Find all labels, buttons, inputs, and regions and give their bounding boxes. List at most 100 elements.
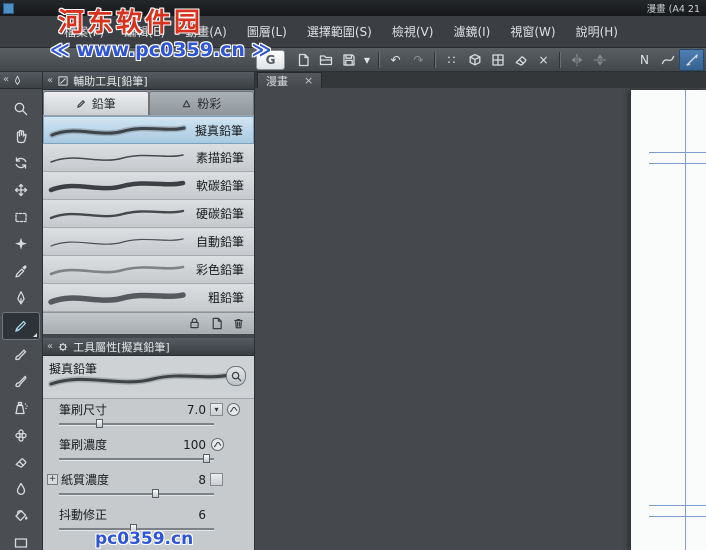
- canvas-viewport[interactable]: [255, 88, 706, 550]
- pressure-dynamics-button[interactable]: [210, 437, 225, 452]
- param-label: 筆刷濃度: [59, 438, 108, 452]
- stabilization-slider[interactable]: [59, 524, 214, 533]
- brush-preview[interactable]: 擬真鉛筆: [43, 356, 254, 399]
- tool-airbrush[interactable]: [3, 395, 39, 421]
- tool-brush[interactable]: [3, 341, 39, 367]
- brush-row[interactable]: 自動鉛筆: [43, 228, 254, 256]
- brush-row[interactable]: 擬真鉛筆: [43, 116, 254, 144]
- line-tool-button[interactable]: N: [633, 50, 656, 70]
- save-button[interactable]: [337, 50, 360, 70]
- pressure-dynamics-button[interactable]: [226, 402, 241, 417]
- snap-grid-button[interactable]: [486, 50, 509, 70]
- tab-pastel-label: 粉彩: [197, 97, 222, 111]
- tool-zoom[interactable]: [3, 96, 39, 122]
- tab-pencil[interactable]: 鉛筆: [43, 91, 149, 115]
- app-logo-button[interactable]: G: [256, 49, 285, 70]
- slider-thumb[interactable]: [130, 524, 138, 533]
- tool-eraser[interactable]: [3, 449, 39, 475]
- brush-size-slider[interactable]: [59, 419, 214, 428]
- new-file-icon: [298, 53, 309, 66]
- collapse-icon[interactable]: «: [3, 75, 9, 85]
- tool-watercolor[interactable]: [3, 368, 39, 394]
- tool-move[interactable]: [3, 177, 39, 203]
- document-tab[interactable]: 漫畫 ×: [257, 72, 323, 88]
- guide-line-horizontal: [649, 163, 706, 164]
- toolbar-separator: [559, 51, 561, 68]
- tool-selection[interactable]: [3, 204, 39, 230]
- undo-button[interactable]: ↶: [384, 50, 407, 70]
- brush-stroke-preview: [49, 265, 185, 276]
- tool-rotate[interactable]: [3, 150, 39, 176]
- paper-density-slider[interactable]: [59, 489, 214, 498]
- rotate-icon: [15, 157, 27, 169]
- expand-button[interactable]: +: [47, 474, 58, 485]
- brush-label: 彩色鉛筆: [195, 263, 244, 277]
- menu-edit[interactable]: 編輯(E): [114, 16, 175, 47]
- slider-thumb[interactable]: [96, 419, 104, 428]
- collapse-icon[interactable]: «: [47, 341, 53, 352]
- eraser-icon: [515, 55, 526, 66]
- brush-row[interactable]: 素描鉛筆: [43, 144, 254, 172]
- param-value: 6: [198, 507, 206, 522]
- brush-row[interactable]: 硬碳鉛筆: [43, 200, 254, 228]
- snap-3d-button[interactable]: [463, 50, 486, 70]
- document-tab-bar: 漫畫 ×: [255, 72, 706, 88]
- menu-selection[interactable]: 選擇範圍(S): [297, 16, 382, 47]
- tool-palette-header: «: [0, 72, 42, 89]
- flip-vertical-button[interactable]: [588, 50, 611, 70]
- tool-decoration[interactable]: [3, 422, 39, 448]
- trash-icon[interactable]: [231, 316, 246, 331]
- menu-window[interactable]: 視窗(W): [500, 16, 565, 47]
- texture-option-button[interactable]: [210, 473, 223, 486]
- param-label: 紙質濃度: [61, 473, 110, 487]
- tool-gradient[interactable]: [3, 530, 39, 550]
- brush-label: 軟碳鉛筆: [195, 179, 244, 193]
- tool-list: [0, 89, 42, 550]
- collapse-icon[interactable]: «: [47, 75, 53, 86]
- param-stabilization: 抖動修正 6: [43, 504, 254, 539]
- tool-pen[interactable]: [3, 285, 39, 311]
- tool-palette: «: [0, 72, 43, 550]
- menu-help[interactable]: 說明(H): [566, 16, 628, 47]
- blend-drop-icon: [16, 482, 26, 495]
- lock-icon[interactable]: [187, 316, 202, 331]
- preview-zoom-button[interactable]: [226, 366, 246, 386]
- tool-blend[interactable]: [3, 476, 39, 502]
- wand-icon: [15, 237, 27, 250]
- active-tool-button[interactable]: [679, 48, 704, 71]
- menu-animation[interactable]: 動畫(A): [175, 16, 237, 47]
- flip-horizontal-button[interactable]: [565, 50, 588, 70]
- tool-pencil[interactable]: [2, 312, 40, 340]
- new-button[interactable]: [291, 50, 314, 70]
- redo-button[interactable]: ↷: [407, 50, 430, 70]
- size-dropdown-button[interactable]: ▾: [210, 403, 223, 416]
- menu-view[interactable]: 檢視(V): [382, 16, 444, 47]
- open-button[interactable]: [314, 50, 337, 70]
- tool-eyedropper[interactable]: [3, 258, 39, 284]
- close-icon[interactable]: ×: [304, 75, 313, 86]
- tool-auto-select[interactable]: [3, 231, 39, 257]
- brush-row[interactable]: 粗鉛筆: [43, 284, 254, 312]
- marquee-icon: [15, 212, 27, 223]
- tab-pastel[interactable]: 粉彩: [148, 91, 254, 115]
- menu-layer[interactable]: 圖層(L): [237, 16, 297, 47]
- subtool-panel-title: 輔助工具[鉛筆]: [73, 74, 148, 88]
- deselect-button[interactable]: ×: [532, 50, 555, 70]
- save-options-dropdown[interactable]: ▾: [360, 50, 374, 70]
- tool-hand[interactable]: [3, 123, 39, 149]
- brush-icon: [15, 349, 27, 361]
- brush-row[interactable]: 軟碳鉛筆: [43, 172, 254, 200]
- pastel-tab-icon: [182, 100, 191, 108]
- menu-filter[interactable]: 濾鏡(I): [443, 16, 500, 47]
- brush-row[interactable]: 彩色鉛筆: [43, 256, 254, 284]
- clear-button[interactable]: [509, 50, 532, 70]
- slider-thumb[interactable]: [203, 454, 211, 463]
- snap-ruler-button[interactable]: ∷: [440, 50, 463, 70]
- eraser-tool-icon: [15, 458, 27, 468]
- menu-file[interactable]: 檔案(F): [54, 16, 114, 47]
- curve-tool-button[interactable]: [656, 50, 679, 70]
- slider-thumb[interactable]: [152, 489, 160, 498]
- brush-density-slider[interactable]: [59, 454, 214, 463]
- new-page-icon[interactable]: [209, 316, 224, 331]
- tool-fill[interactable]: [3, 503, 39, 529]
